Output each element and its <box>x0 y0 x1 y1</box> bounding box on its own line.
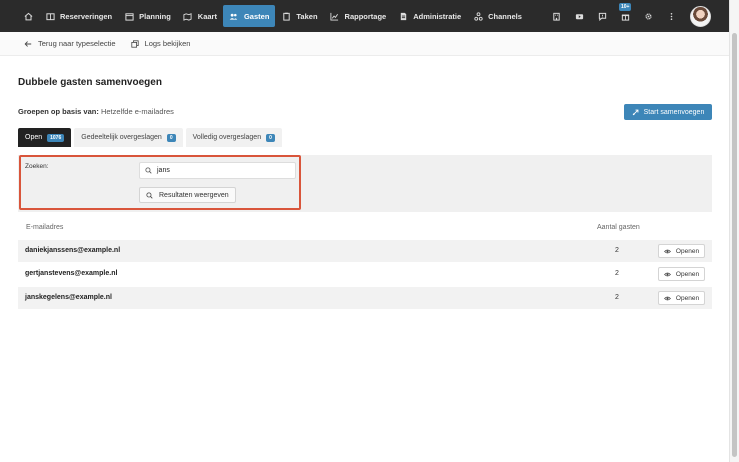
column-header-email: E-mailadres <box>26 224 64 231</box>
open-button[interactable]: Openen <box>658 244 705 258</box>
book-icon <box>45 11 55 21</box>
merge-icon <box>632 109 639 115</box>
gear-icon[interactable] <box>641 9 655 23</box>
clipboard-icon <box>281 11 291 21</box>
sub-toolbar: Terug naar typeselectie Logs bekijken <box>0 32 729 56</box>
chat-icon[interactable] <box>595 9 609 23</box>
search-input[interactable]: jans <box>139 162 296 179</box>
table-row: janskegelens@example.nl 2 Openen <box>18 287 712 309</box>
open-button-label: Openen <box>675 247 700 255</box>
document-icon <box>398 11 408 21</box>
nav-item-rapportage[interactable]: Rapportage <box>324 5 393 27</box>
group-by-label: Groepen op basis van: <box>18 107 99 116</box>
row-email: janskegelens@example.nl <box>25 294 112 301</box>
nav-label: Channels <box>488 11 522 21</box>
table-header: E-mailadres Aantal gasten <box>18 222 712 236</box>
tab-count-badge: 0 <box>266 133 275 142</box>
tab-label: Volledig overgeslagen <box>192 134 262 141</box>
open-button[interactable]: Openen <box>658 267 705 281</box>
nav-item-gasten[interactable]: Gasten <box>222 5 276 27</box>
page-title: Dubbele gasten samenvoegen <box>18 77 162 88</box>
nav-item-reserveringen[interactable]: Reserveringen <box>39 5 118 27</box>
video-icon[interactable] <box>572 9 586 23</box>
view-logs-link[interactable]: Logs bekijken <box>130 39 191 48</box>
open-button-label: Openen <box>675 270 700 278</box>
nav-label: Administratie <box>413 11 462 21</box>
channels-icon <box>473 11 483 21</box>
arrow-left-icon <box>24 40 32 47</box>
logs-link-label: Logs bekijken <box>144 39 191 48</box>
copy-icon <box>130 39 139 48</box>
home-button[interactable] <box>17 5 39 27</box>
calendar-icon <box>124 11 134 21</box>
nav-item-channels[interactable]: Channels <box>467 5 528 27</box>
search-icon <box>146 191 153 199</box>
avatar[interactable] <box>690 5 711 27</box>
scrollbar[interactable] <box>729 0 739 462</box>
nav-label: Kaart <box>197 11 217 21</box>
nav-item-taken[interactable]: Taken <box>275 5 323 27</box>
group-by-value: Hetzelfde e-mailadres <box>100 107 174 116</box>
eye-icon <box>663 272 671 276</box>
tab-count-badge: 1076 <box>47 133 65 142</box>
nav-item-planning[interactable]: Planning <box>118 5 177 27</box>
open-button-label: Openen <box>675 294 700 302</box>
back-to-type-selection-link[interactable]: Terug naar typeselectie <box>24 39 116 48</box>
nav-label: Taken <box>296 11 318 21</box>
users-icon <box>229 11 239 21</box>
row-count: 2 <box>615 294 619 301</box>
table-row: daniekjanssens@example.nl 2 Openen <box>18 240 712 262</box>
tab-label: Gedeeltelijk overgeslagen <box>81 134 162 141</box>
nav-label: Reserveringen <box>60 11 113 21</box>
top-navigation: Reserveringen Planning Kaart Gasten Take… <box>0 0 729 32</box>
scrollbar-thumb[interactable] <box>732 33 737 457</box>
eye-icon <box>663 296 671 300</box>
back-link-label: Terug naar typeselectie <box>38 39 116 48</box>
search-value: jans <box>157 167 170 174</box>
notifications-badge: 10+ <box>619 3 632 11</box>
chart-icon <box>330 11 340 21</box>
show-results-label: Resultaten weergeven <box>159 191 229 199</box>
group-by-info: Groepen op basis van: Hetzelfde e-mailad… <box>18 107 174 116</box>
nav-right-tools: 10+ <box>549 0 711 32</box>
notifications-icon[interactable]: 10+ <box>618 3 632 23</box>
tab-fully-skipped[interactable]: Volledig overgeslagen 0 <box>185 128 282 147</box>
table-row: gertjanstevens@example.nl 2 Openen <box>18 263 712 285</box>
show-results-button[interactable]: Resultaten weergeven <box>139 187 236 203</box>
home-icon <box>23 11 33 21</box>
start-merge-label: Start samenvoegen <box>643 108 705 116</box>
tab-label: Open <box>25 134 43 141</box>
more-vertical-icon[interactable] <box>664 9 678 23</box>
tab-open[interactable]: Open 1076 <box>18 128 72 147</box>
map-icon <box>183 11 193 21</box>
tab-partially-skipped[interactable]: Gedeeltelijk overgeslagen 0 <box>74 128 183 147</box>
row-email: gertjanstevens@example.nl <box>25 270 118 277</box>
column-header-count: Aantal gasten <box>597 224 640 231</box>
search-label: Zoeken: <box>25 163 49 170</box>
building-icon[interactable] <box>549 9 563 23</box>
nav-label: Rapportage <box>344 11 387 21</box>
row-count: 2 <box>615 247 619 254</box>
nav-item-administratie[interactable]: Administratie <box>392 5 467 27</box>
row-count: 2 <box>615 270 619 277</box>
row-email: daniekjanssens@example.nl <box>25 247 121 254</box>
nav-label: Gasten <box>243 11 270 21</box>
status-tabs: Open 1076 Gedeeltelijk overgeslagen 0 Vo… <box>18 128 282 147</box>
nav-item-kaart[interactable]: Kaart <box>177 5 223 27</box>
tab-count-badge: 0 <box>166 133 176 142</box>
search-icon <box>145 167 152 174</box>
start-merge-button[interactable]: Start samenvoegen <box>624 104 712 120</box>
open-button[interactable]: Openen <box>658 291 705 305</box>
eye-icon <box>663 249 671 253</box>
nav-label: Planning <box>139 11 171 21</box>
